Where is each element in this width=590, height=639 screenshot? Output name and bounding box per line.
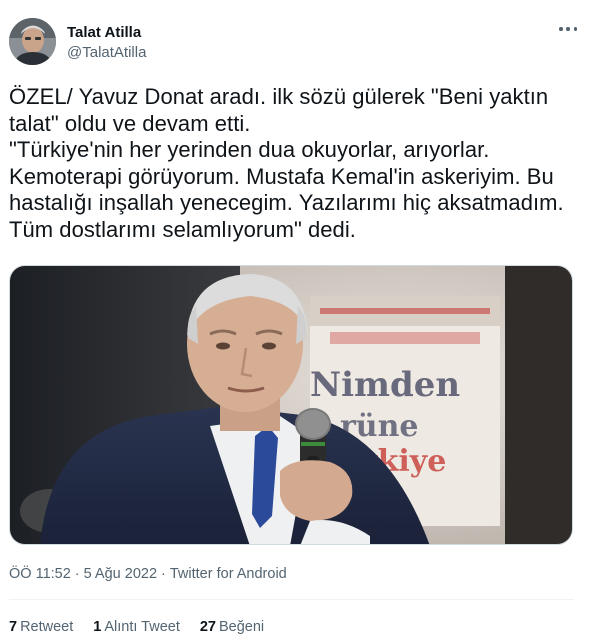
avatar-photo (9, 18, 56, 65)
quote-tweet-count-label: Alıntı Tweet (104, 619, 180, 635)
tweet-stats: 7 Retweet 1 Alıntı Tweet 27 Beğeni (9, 618, 284, 636)
author-display-name[interactable]: Talat Atilla (67, 23, 146, 42)
meta-separator: · (161, 566, 166, 582)
tweet-date[interactable]: 5 Ağu 2022 (84, 566, 157, 582)
retweet-count-label: Retweet (20, 619, 74, 635)
like-count[interactable]: 27 Beğeni (200, 618, 264, 636)
quote-tweet-count-value: 1 (93, 619, 102, 635)
divider (9, 599, 574, 600)
tweet-source[interactable]: Twitter for Android (170, 566, 287, 582)
author-handle[interactable]: @TalatAtilla (67, 43, 146, 63)
tweet-text: ÖZEL/ Yavuz Donat aradı. ilk sözü gülere… (9, 84, 564, 242)
tweet-time[interactable]: ÖÖ 11:52 (9, 566, 71, 582)
backdrop-text-1: Nimden (310, 365, 460, 405)
tweet-media[interactable]: Nimden rüne ürkiye (9, 265, 573, 545)
retweet-count[interactable]: 7 Retweet (9, 618, 73, 636)
avatar[interactable] (9, 18, 56, 65)
quote-tweet-count[interactable]: 1 Alıntı Tweet (93, 618, 180, 636)
media-photo: Nimden rüne ürkiye (10, 266, 572, 544)
like-count-value: 27 (199, 619, 216, 635)
retweet-count-value: 7 (9, 619, 18, 635)
tweet-header: Talat Atilla @TalatAtilla (9, 18, 579, 68)
tweet: Talat Atilla @TalatAtilla ÖZEL/ Yavuz Do… (0, 0, 590, 639)
tweet-meta: ÖÖ 11:52 · 5 Ağu 2022 · Twitter for Android (9, 565, 287, 583)
more-options-icon[interactable] (557, 20, 579, 38)
meta-separator: · (74, 566, 80, 582)
like-count-label: Beğeni (219, 619, 265, 635)
author-names: Talat Atilla @TalatAtilla (67, 23, 146, 63)
